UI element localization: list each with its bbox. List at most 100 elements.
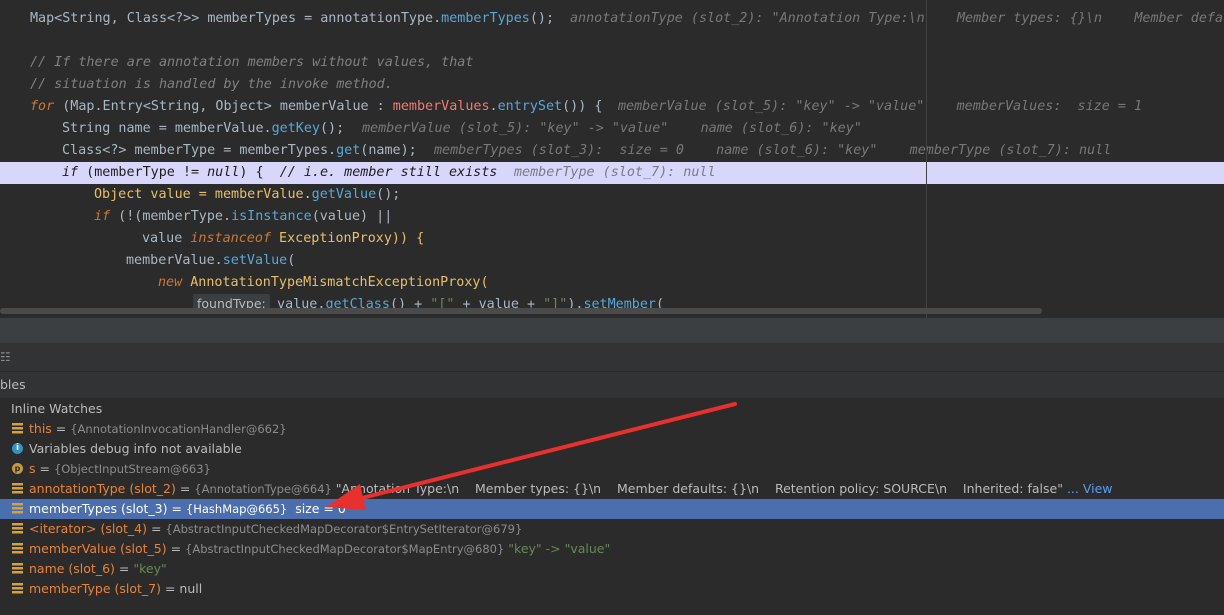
code-method: entrySet — [497, 99, 563, 114]
variable-name: memberValue (slot_5) — [29, 541, 167, 556]
code-method: memberTypes — [441, 11, 530, 26]
code-keyword: if — [94, 209, 111, 224]
variable-text: s = {ObjectInputStream@663} — [29, 459, 211, 479]
variable-string-value: "key" — [133, 561, 167, 576]
code-line: memberValue.setValue( — [0, 250, 1224, 272]
field-icon — [12, 523, 23, 534]
variables-tree[interactable]: Inline Watches this = {AnnotationInvocati… — [0, 398, 1224, 615]
field-icon — [12, 483, 23, 494]
code-text: (); — [319, 121, 345, 136]
field-icon — [12, 563, 23, 574]
code-method: get — [336, 143, 361, 158]
variable-text: memberValue (slot_5) = {AbstractInputChe… — [29, 539, 610, 559]
inline-debug-hint: memberType (slot_7): null — [514, 165, 716, 180]
variable-row[interactable]: <iterator> (slot_4) = {AbstractInputChec… — [0, 519, 1224, 539]
variable-row[interactable]: name (slot_6) = "key" — [0, 559, 1224, 579]
variable-equals: = — [35, 461, 54, 476]
code-line: // situation is handled by the invoke me… — [0, 74, 1224, 96]
variable-equals: = — [167, 501, 186, 516]
view-link[interactable]: ... View — [1063, 481, 1113, 496]
variable-row[interactable]: this = {AnnotationInvocationHandler@662} — [0, 419, 1224, 439]
variable-type: {AnnotationInvocationHandler@662} — [70, 422, 287, 436]
variable-text: Variables debug info not available — [29, 439, 242, 459]
variable-name: memberType (slot_7) — [29, 581, 161, 596]
code-text: ( — [287, 253, 296, 268]
variable-name: <iterator> (slot_4) — [29, 521, 147, 536]
code-text: ExceptionProxy)) { — [271, 231, 425, 246]
variable-equals: = null — [160, 581, 203, 596]
code-text: memberValue. — [126, 253, 223, 268]
code-text: AnnotationTypeMismatchExceptionProxy( — [182, 275, 489, 290]
code-keyword: new — [158, 275, 183, 290]
variable-type: {AbstractInputCheckedMapDecorator$EntryS… — [165, 522, 523, 536]
field-icon — [12, 423, 23, 434]
code-text: (memberType != — [78, 165, 208, 180]
code-line: // If there are annotation members witho… — [0, 52, 1224, 74]
variable-row[interactable]: annotationType (slot_2) = {AnnotationTyp… — [0, 479, 1224, 499]
variable-text: memberTypes (slot_3) = {HashMap@665} siz… — [29, 499, 346, 519]
code-editor[interactable]: Map<String, Class<?>> memberTypes = anno… — [0, 0, 1224, 318]
variable-equals: = — [146, 521, 166, 536]
code-field: memberValues — [392, 99, 490, 114]
field-icon — [12, 543, 23, 554]
variable-row[interactable]: p s = {ObjectInputStream@663} — [0, 459, 1224, 479]
code-comment: // situation is handled by the invoke me… — [30, 77, 393, 92]
variable-name: name (slot_6) — [29, 561, 115, 576]
variable-text: name (slot_6) = "key" — [29, 559, 167, 579]
layout-icon[interactable]: ☷ — [0, 350, 11, 364]
code-text: ()) { — [562, 99, 603, 114]
parameter-icon: p — [12, 463, 23, 474]
code-text: (Map.Entry<String, Object> memberValue : — [54, 99, 393, 114]
field-icon — [12, 583, 23, 594]
debug-toolbar — [0, 343, 1224, 372]
code-line: if (!(memberType.isInstance(value) || — [0, 206, 1224, 228]
code-line: for (Map.Entry<String, Object> memberVal… — [0, 96, 1224, 118]
horizontal-scrollbar[interactable] — [0, 308, 1042, 314]
code-line: Object value = memberValue.getValue(); — [0, 184, 1224, 206]
variable-name: Inline Watches — [11, 401, 103, 416]
code-text: Class<?> memberType = memberTypes. — [62, 143, 337, 158]
variable-row[interactable]: memberValue (slot_5) = {AbstractInputChe… — [0, 539, 1224, 559]
inline-debug-hint: memberTypes (slot_3): size = 0 name (slo… — [434, 143, 1112, 158]
inline-debug-hint: annotationType (slot_2): "Annotation Typ… — [570, 11, 1224, 26]
code-line: Map<String, Class<?>> memberTypes = anno… — [0, 8, 1224, 30]
variable-string-value: "key" -> "value" — [504, 541, 611, 556]
inline-debug-hint: memberValue (slot_5): "key" -> "value" n… — [362, 121, 862, 136]
code-line: new AnnotationTypeMismatchExceptionProxy… — [0, 272, 1224, 294]
code-method: getValue — [311, 187, 377, 202]
code-keyword: null — [207, 165, 240, 180]
variable-text: <iterator> (slot_4) = {AbstractInputChec… — [29, 519, 522, 539]
code-keyword: instanceof — [190, 231, 271, 246]
variable-row[interactable]: Inline Watches — [0, 399, 1224, 419]
field-icon — [12, 503, 23, 514]
variable-text: this = {AnnotationInvocationHandler@662} — [29, 419, 287, 439]
code-keyword: if — [62, 165, 79, 180]
panel-splitter[interactable] — [0, 318, 1224, 343]
code-method: getKey — [271, 121, 320, 136]
code-text: Map<String, Class<?>> memberTypes = anno… — [30, 11, 442, 26]
variable-type: {AbstractInputCheckedMapDecorator$MapEnt… — [185, 542, 505, 556]
variable-row[interactable]: memberType (slot_7) = null — [0, 579, 1224, 599]
code-text: value — [142, 231, 191, 246]
variable-equals: = — [175, 481, 195, 496]
variable-value: size = 0 — [287, 501, 346, 516]
variables-tab-label[interactable]: bles — [0, 377, 26, 392]
variable-name: annotationType (slot_2) — [29, 481, 176, 496]
variable-value: "Annotation Type:\n Member types: {}\n M… — [331, 481, 1063, 496]
code-keyword: for — [30, 99, 55, 114]
code-text: . — [489, 99, 498, 114]
variable-text: Inline Watches — [11, 399, 102, 419]
variable-row[interactable]: memberTypes (slot_3) = {HashMap@665} siz… — [0, 499, 1224, 519]
variable-text: memberType (slot_7) = null — [29, 579, 202, 599]
variable-row[interactable]: i Variables debug info not available — [0, 439, 1224, 459]
variable-equals: = — [51, 421, 71, 436]
code-text: (name); — [360, 143, 417, 158]
code-text: (value) || — [311, 209, 393, 224]
variable-name: Variables debug info not available — [29, 441, 242, 456]
current-execution-line: if (memberType != null) { // i.e. member… — [0, 162, 1224, 184]
code-line: Class<?> memberType = memberTypes.get(na… — [0, 140, 1224, 162]
variables-header — [0, 372, 1224, 398]
code-comment: // If there are annotation members witho… — [30, 55, 474, 70]
code-text: (); — [376, 187, 401, 202]
variable-type: {ObjectInputStream@663} — [53, 462, 211, 476]
